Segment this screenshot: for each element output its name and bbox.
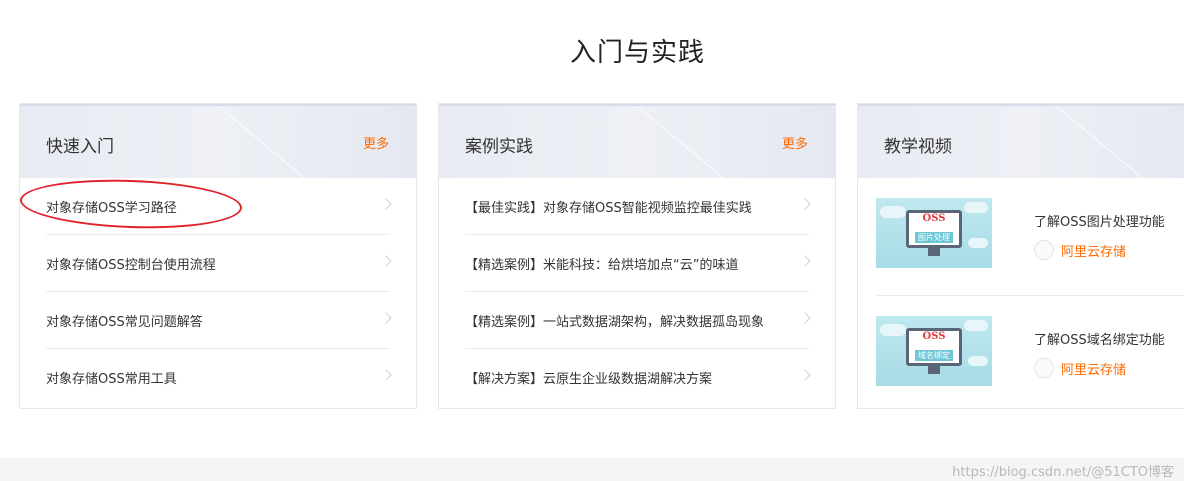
card-body: 对象存储OSS学习路径 对象存储OSS控制台使用流程 对象存储OSS常见问题解答…: [20, 178, 416, 405]
video-list: OSS 图片处理 了解OSS图片处理功能 阿里云存储 OSS 域名绑定 了解OS…: [858, 178, 1184, 413]
video-item[interactable]: OSS 图片处理 了解OSS图片处理功能 阿里云存储: [876, 178, 1184, 296]
chevron-right-icon: [380, 255, 392, 267]
list-item-label: 对象存储OSS学习路径: [46, 200, 177, 216]
video-author[interactable]: 阿里云存储: [1061, 241, 1126, 260]
more-link[interactable]: 更多: [363, 133, 389, 152]
avatar: [1034, 358, 1054, 378]
list-item[interactable]: 【精选案例】米能科技：给烘培加点“云”的味道: [465, 235, 811, 292]
list-item-label: 【精选案例】米能科技：给烘培加点“云”的味道: [465, 257, 739, 273]
video-title[interactable]: 了解OSS域名绑定功能: [1034, 329, 1165, 348]
list-item[interactable]: 对象存储OSS学习路径: [46, 178, 392, 235]
video-item[interactable]: OSS 域名绑定 了解OSS域名绑定功能 阿里云存储: [876, 296, 1184, 413]
list-item-label: 对象存储OSS常用工具: [46, 371, 177, 387]
card-title: 案例实践: [465, 137, 533, 157]
more-link[interactable]: 更多: [782, 133, 808, 152]
video-thumbnail[interactable]: OSS 图片处理: [876, 198, 992, 268]
video-author[interactable]: 阿里云存储: [1061, 359, 1126, 378]
card-title: 教学视频: [884, 137, 952, 157]
list-item-label: 【最佳实践】对象存储OSS智能视频监控最佳实践: [465, 200, 752, 216]
list-item[interactable]: 对象存储OSS常见问题解答: [46, 292, 392, 349]
thumb-label: 域名绑定: [915, 350, 953, 361]
list-item[interactable]: 【精选案例】一站式数据湖架构，解决数据孤岛现象: [465, 292, 811, 349]
thumb-label: 图片处理: [915, 232, 953, 243]
card-body: 【最佳实践】对象存储OSS智能视频监控最佳实践 【精选案例】米能科技：给烘培加点…: [439, 178, 835, 405]
list-item[interactable]: 对象存储OSS常用工具: [46, 349, 392, 405]
video-thumbnail[interactable]: OSS 域名绑定: [876, 316, 992, 386]
card-header: 案例实践 更多: [439, 104, 835, 178]
list-item[interactable]: 对象存储OSS控制台使用流程: [46, 235, 392, 292]
list-item-label: 【精选案例】一站式数据湖架构，解决数据孤岛现象: [465, 314, 765, 330]
list-item[interactable]: 【解决方案】云原生企业级数据湖解决方案: [465, 349, 811, 405]
monitor-icon: OSS 域名绑定: [906, 328, 962, 366]
tutorial-video-card: 教学视频 OSS 图片处理 了解OSS图片处理功能 阿里云存储 OSS 域名绑定…: [857, 103, 1184, 409]
thumb-heading: OSS: [922, 331, 946, 342]
video-title[interactable]: 了解OSS图片处理功能: [1034, 211, 1165, 230]
quick-start-card: 快速入门 更多 对象存储OSS学习路径 对象存储OSS控制台使用流程 对象存储O…: [19, 103, 417, 409]
chevron-right-icon: [380, 369, 392, 381]
list-item-label: 对象存储OSS控制台使用流程: [46, 257, 216, 273]
card-header: 教学视频: [858, 104, 1184, 178]
list-item-label: 对象存储OSS常见问题解答: [46, 314, 203, 330]
card-title: 快速入门: [46, 137, 114, 157]
avatar: [1034, 240, 1054, 260]
chevron-right-icon: [799, 255, 811, 267]
list-item-label: 【解决方案】云原生企业级数据湖解决方案: [465, 371, 713, 387]
chevron-right-icon: [380, 312, 392, 324]
thumb-heading: OSS: [922, 213, 946, 224]
card-header: 快速入门 更多: [20, 104, 416, 178]
chevron-right-icon: [799, 312, 811, 324]
monitor-icon: OSS 图片处理: [906, 210, 962, 248]
chevron-right-icon: [380, 198, 392, 210]
case-practice-card: 案例实践 更多 【最佳实践】对象存储OSS智能视频监控最佳实践 【精选案例】米能…: [438, 103, 836, 409]
chevron-right-icon: [799, 198, 811, 210]
chevron-right-icon: [799, 369, 811, 381]
watermark: https://blog.csdn.net/@51CTO博客: [952, 465, 1174, 480]
list-item[interactable]: 【最佳实践】对象存储OSS智能视频监控最佳实践: [465, 178, 811, 235]
page-title: 入门与实践: [569, 38, 705, 68]
